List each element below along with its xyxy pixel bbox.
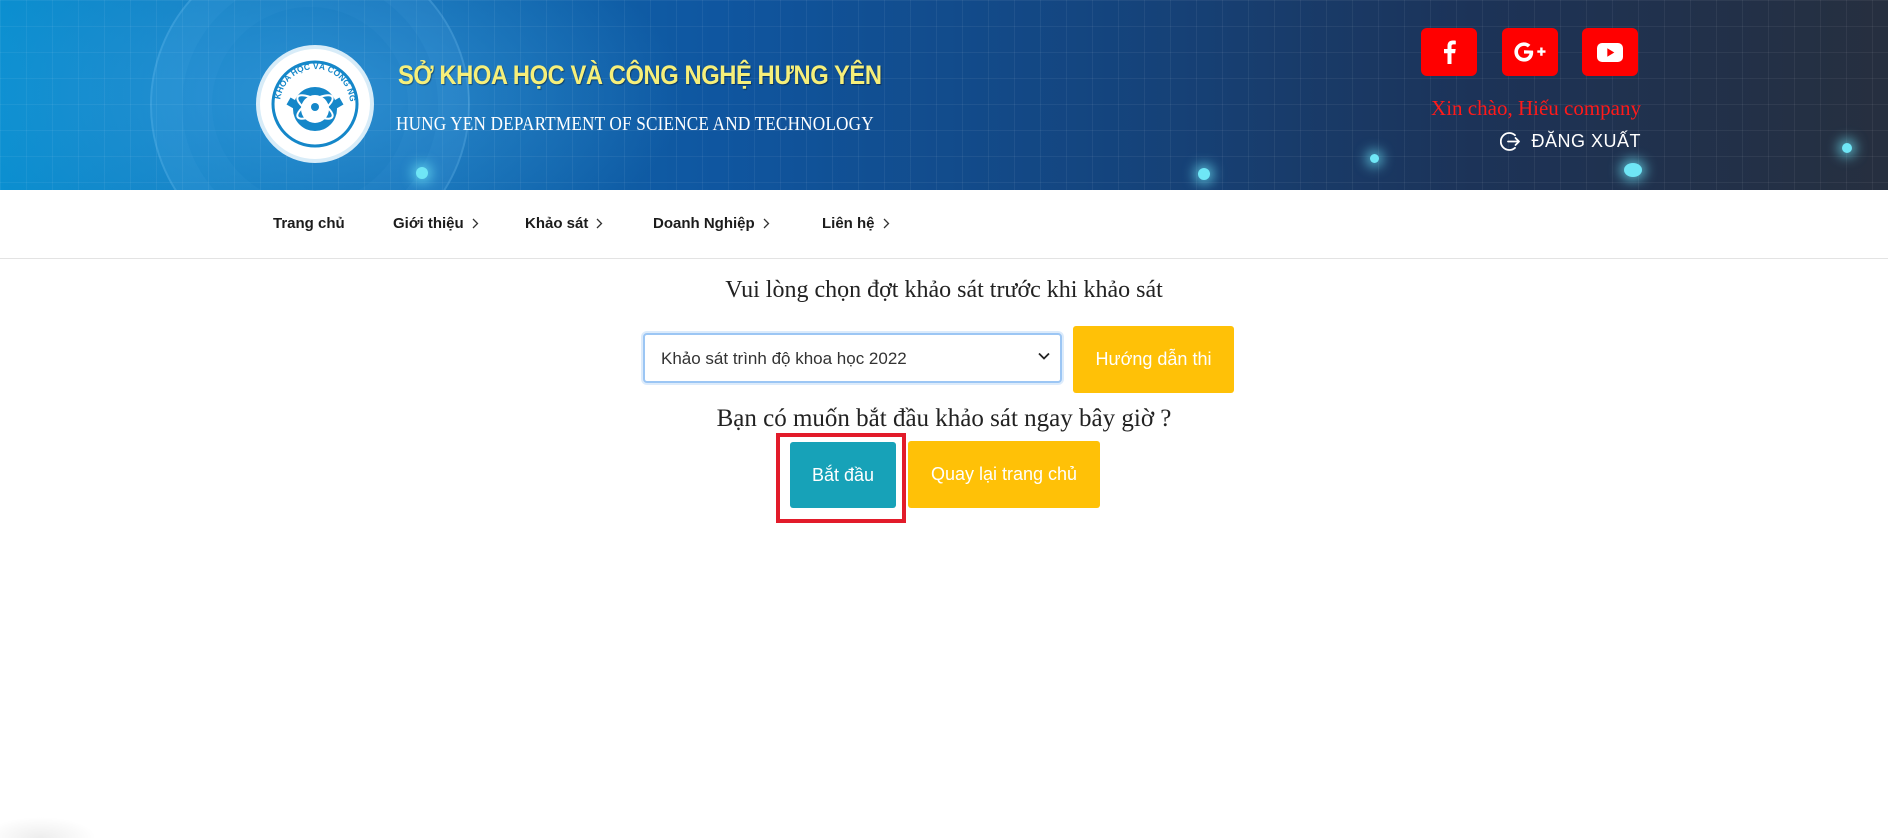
facebook-button[interactable] [1421,28,1477,76]
logout-link[interactable]: ĐĂNG XUẤT [1500,131,1641,152]
nav-item-trang-chu[interactable]: Trang chủ [273,215,345,232]
corner-shadow [0,795,110,838]
nav-item-label: Liên hệ [822,215,875,232]
survey-period-select[interactable]: Khảo sát trình độ khoa học 2022 [643,333,1062,383]
department-title-vi: SỞ KHOA HỌC VÀ CÔNG NGHỆ HƯNG YÊN [398,60,882,90]
department-title-en: HUNG YEN DEPARTMENT OF SCIENCE AND TECHN… [396,113,874,135]
nav-item-label: Khảo sát [525,215,589,232]
chevron-right-icon [596,218,603,229]
chevron-right-icon [763,218,770,229]
header-banner: KHOA HỌC VÀ CÔNG NGHỆ SỞ KHOA HỌC VÀ CÔN… [0,0,1888,190]
nav-item-label: Trang chủ [273,215,345,232]
banner-light-dot [1842,143,1852,153]
survey-period-selected-value: Khảo sát trình độ khoa học 2022 [661,349,907,368]
main-navigation: Trang chủ Giới thiệu Khảo sát Doanh Nghi… [0,190,1888,259]
banner-light-dot [1624,163,1642,177]
banner-light-dot [416,167,428,179]
logout-label: ĐĂNG XUẤT [1531,131,1641,151]
chevron-down-icon [1038,352,1050,360]
youtube-button[interactable] [1582,28,1638,76]
google-plus-icon [1514,42,1546,62]
select-survey-prompt: Vui lòng chọn đợt khảo sát trước khi khả… [725,277,1163,303]
start-survey-prompt: Bạn có muốn bắt đầu khảo sát ngay bây gi… [716,405,1172,432]
back-home-button[interactable]: Quay lại trang chủ [908,441,1100,508]
nav-item-doanh-nghiep[interactable]: Doanh Nghiệp [653,215,770,232]
nav-item-label: Giới thiệu [393,215,464,232]
chevron-right-icon [472,218,479,229]
nav-item-label: Doanh Nghiệp [653,215,755,232]
nav-item-gioi-thieu[interactable]: Giới thiệu [393,215,479,232]
logout-icon [1500,132,1521,151]
exam-guide-button[interactable]: Hướng dẫn thi [1073,326,1234,393]
nav-item-lien-he[interactable]: Liên hệ [822,215,890,232]
google-plus-button[interactable] [1502,28,1558,76]
banner-light-dot [1198,168,1210,180]
banner-light-dot [1370,154,1379,163]
chevron-right-icon [883,218,889,229]
facebook-icon [1444,40,1456,64]
start-button[interactable]: Bắt đầu [790,442,896,508]
user-greeting: Xin chào, Hiếu company [1431,96,1641,120]
department-logo[interactable]: KHOA HỌC VÀ CÔNG NGHỆ [256,45,374,163]
logo-emblem-icon: KHOA HỌC VÀ CÔNG NGHỆ [260,49,365,154]
youtube-icon [1597,42,1623,62]
nav-item-khao-sat[interactable]: Khảo sát [525,215,603,232]
